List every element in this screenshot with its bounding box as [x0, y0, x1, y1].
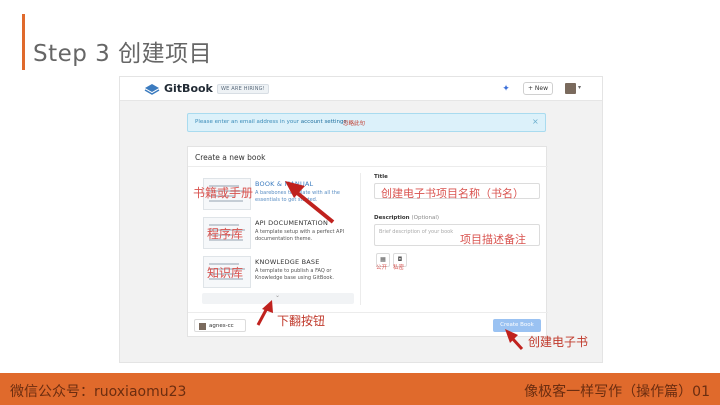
star-icon[interactable]: ✦	[500, 83, 512, 95]
slide: Step 3 创建项目 GitBook WE ARE HIRING! ✦ + N…	[0, 0, 720, 405]
private-label: 私密	[393, 265, 405, 271]
template-annotation: 知识库	[207, 266, 244, 280]
alert-annotation: 忽略此句	[343, 121, 366, 127]
owner-name: agnes-cc	[209, 323, 234, 329]
title-input-value: 创建电子书项目名称（书名）	[381, 187, 524, 200]
close-icon[interactable]: ×	[532, 117, 539, 126]
template-book-manual[interactable]: BOOK & MANUAL A barebones template with …	[193, 178, 358, 212]
gitbook-screenshot: GitBook WE ARE HIRING! ✦ + New ▾ Please …	[119, 76, 603, 363]
template-name: API DOCUMENTATION	[255, 219, 329, 227]
owner-select[interactable]: agnes-cc	[194, 319, 246, 332]
panel-title: Create a new book	[195, 153, 266, 162]
create-book-panel: Create a new book BOOK & MANUAL A barebo…	[187, 146, 548, 337]
gitbook-logo-icon[interactable]	[144, 82, 160, 96]
chevron-down-icon[interactable]: ▾	[578, 84, 581, 91]
alert-text: Please enter an email address in your ac…	[195, 119, 348, 125]
account-settings-link[interactable]: account settings	[301, 119, 347, 125]
show-more-button[interactable]: ⌄	[202, 292, 354, 304]
chevron-down-icon: ⌄	[275, 292, 281, 299]
navbar: GitBook WE ARE HIRING! ✦ + New ▾	[120, 77, 602, 101]
panel-divider	[188, 166, 548, 167]
template-description: A barebones template with all the essent…	[255, 190, 340, 203]
title-input[interactable]: 创建电子书项目名称（书名）	[374, 183, 540, 200]
template-name: KNOWLEDGE BASE	[255, 258, 320, 266]
lock-icon: ◘	[397, 256, 403, 263]
brand-name[interactable]: GitBook	[164, 82, 213, 95]
title-label: Title	[374, 174, 388, 180]
create-book-button[interactable]: Create Book	[493, 319, 541, 332]
create-ebook-annotation: 创建电子书	[528, 335, 589, 349]
description-placeholder: Brief description of your book	[379, 229, 454, 235]
alert-text-prefix: Please enter an email address in your	[195, 119, 301, 125]
optional-hint: (Optional)	[411, 215, 440, 221]
hiring-badge[interactable]: WE ARE HIRING!	[217, 84, 269, 94]
footer-bar: 微信公众号：ruoxiaomu23 像极客一样写作（操作篇）01	[0, 373, 720, 405]
globe-icon: ▦	[380, 256, 386, 263]
email-alert: Please enter an email address in your ac…	[187, 113, 546, 132]
footer-wechat: 微信公众号：ruoxiaomu23	[10, 384, 187, 400]
slide-title: Step 3 创建项目	[33, 41, 213, 67]
title-accent-bar	[22, 14, 25, 70]
description-annotation: 项目描述备注	[460, 233, 526, 246]
avatar[interactable]	[565, 83, 576, 94]
avatar	[199, 323, 206, 330]
template-annotation: 书籍或手册	[193, 186, 254, 200]
new-button[interactable]: + New	[523, 82, 553, 95]
panel-footer-divider	[188, 312, 548, 313]
public-label: 公开	[376, 265, 388, 271]
footer-series-title: 像极客一样写作（操作篇）01	[524, 384, 710, 400]
scroll-down-annotation: 下翻按钮	[277, 314, 326, 328]
template-name: BOOK & MANUAL	[255, 180, 314, 188]
description-label-text: Description	[374, 215, 410, 221]
template-description: A template to publish a FAQ or Knowledge…	[255, 268, 334, 281]
template-annotation: 程序库	[207, 227, 244, 241]
template-description: A template setup with a perfect API docu…	[255, 229, 344, 242]
description-label: Description (Optional)	[374, 215, 439, 221]
column-divider	[360, 173, 361, 305]
template-knowledge-base[interactable]: KNOWLEDGE BASE A template to publish a F…	[203, 256, 358, 290]
template-api-documentation[interactable]: API DOCUMENTATION A template setup with …	[203, 217, 358, 251]
